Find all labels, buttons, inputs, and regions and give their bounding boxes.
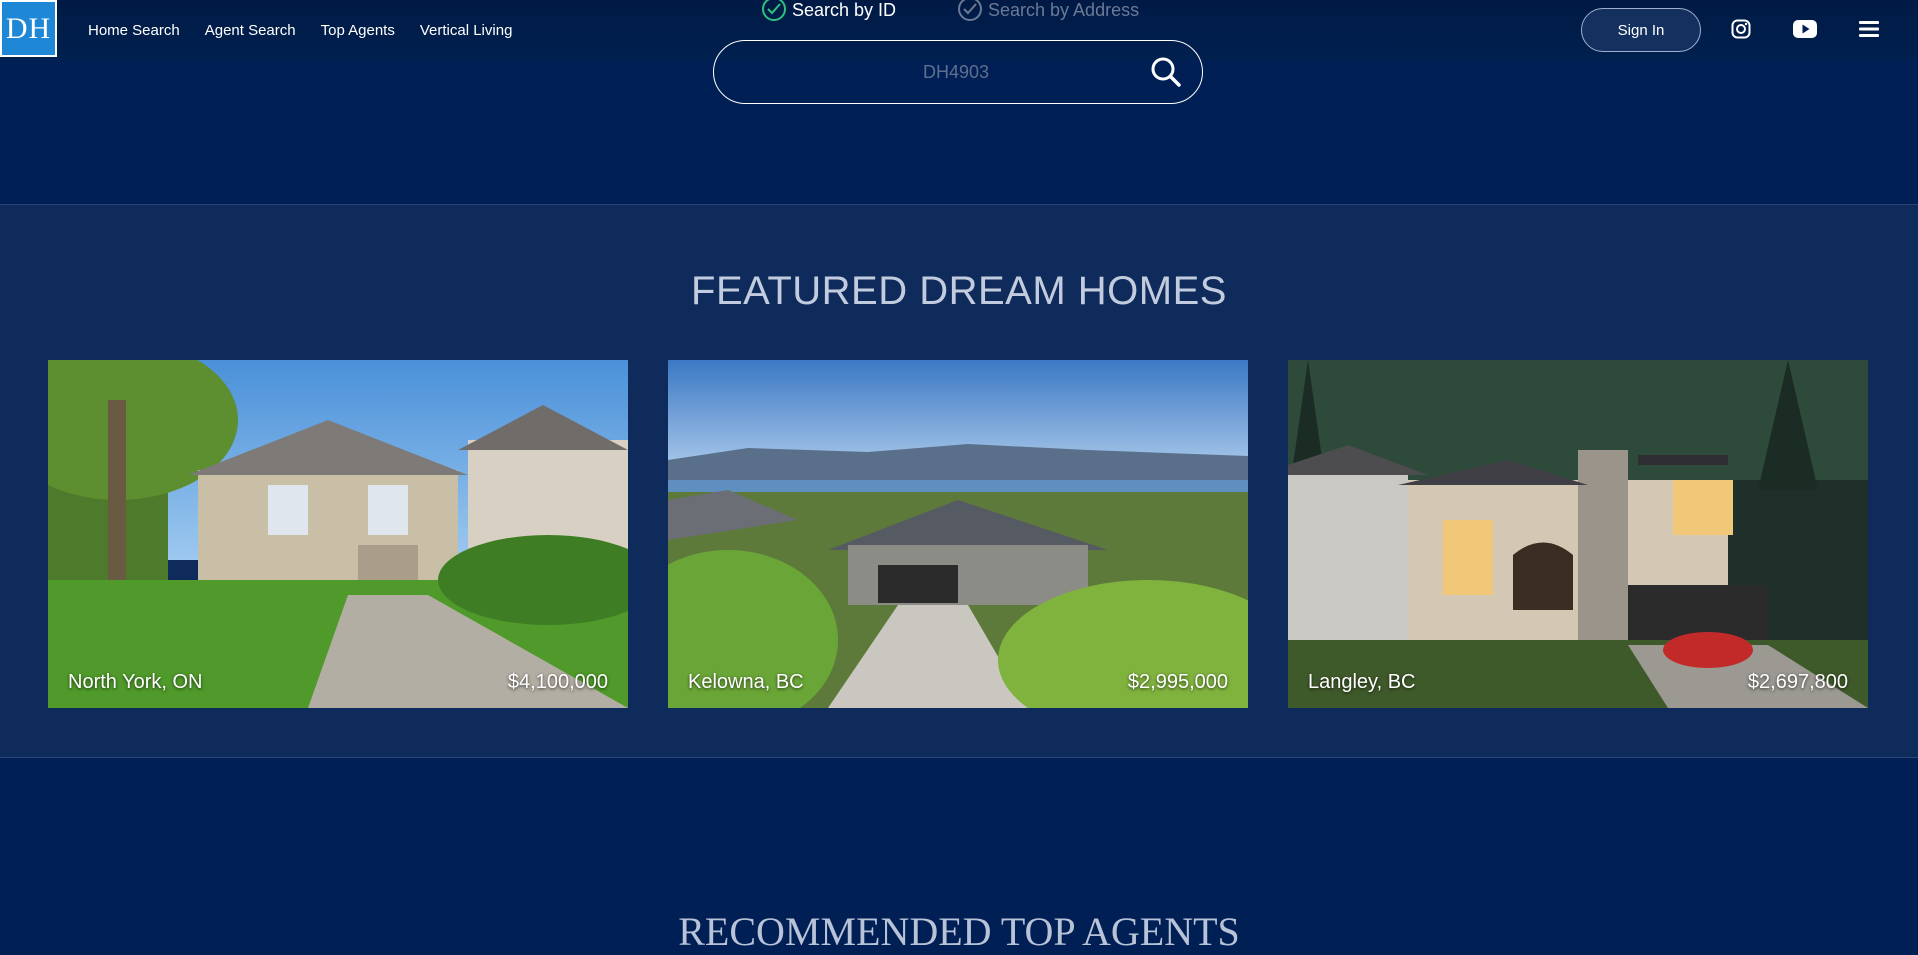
featured-section: FEATURED DREAM HOMES North York, ON $4,1… — [0, 204, 1918, 758]
nav-top-agents[interactable]: Top Agents — [321, 22, 395, 39]
menu-icon[interactable] — [1856, 16, 1882, 42]
listing-photo — [1288, 360, 1868, 708]
instagram-icon[interactable] — [1728, 16, 1754, 42]
listing-location: Langley, BC — [1308, 671, 1416, 693]
youtube-icon[interactable] — [1792, 16, 1818, 42]
listing-price: $4,100,000 — [507, 671, 608, 693]
nav-vertical-living[interactable]: Vertical Living — [420, 22, 513, 39]
search-by-id-label: Search by ID — [792, 0, 897, 20]
search-button[interactable] — [1138, 44, 1194, 100]
check-icon — [958, 0, 982, 21]
search-by-address-option[interactable]: Search by Address — [958, 0, 1139, 21]
featured-title: FEATURED DREAM HOMES — [691, 269, 1227, 313]
site-logo[interactable]: DH — [0, 0, 57, 57]
search-box — [713, 40, 1203, 104]
search-by-address-label: Search by Address — [988, 0, 1140, 20]
listing-card[interactable]: Langley, BC $2,697,800 — [1288, 360, 1868, 708]
listing-location: Kelowna, BC — [688, 671, 804, 693]
listing-card[interactable]: Kelowna, BC $2,995,000 — [668, 360, 1248, 708]
nav-agent-search[interactable]: Agent Search — [205, 22, 296, 39]
sign-in-button[interactable]: Sign In — [1581, 8, 1701, 52]
main-nav: Home Search Agent Search Top Agents Vert… — [88, 22, 512, 39]
listing-card[interactable]: North York, ON $4,100,000 — [48, 360, 628, 708]
search-input[interactable] — [774, 60, 1138, 84]
search-by-id-option[interactable]: Search by ID — [762, 0, 896, 21]
search-icon — [1151, 57, 1181, 87]
listing-photo — [48, 360, 628, 708]
listing-location: North York, ON — [68, 671, 203, 693]
listing-photo — [668, 360, 1248, 708]
agents-section-title: RECOMMENDED TOP AGENTS — [678, 909, 1240, 954]
listing-price: $2,995,000 — [1127, 671, 1228, 693]
check-icon — [762, 0, 786, 21]
nav-home-search[interactable]: Home Search — [88, 22, 180, 39]
listing-price: $2,697,800 — [1747, 671, 1848, 693]
